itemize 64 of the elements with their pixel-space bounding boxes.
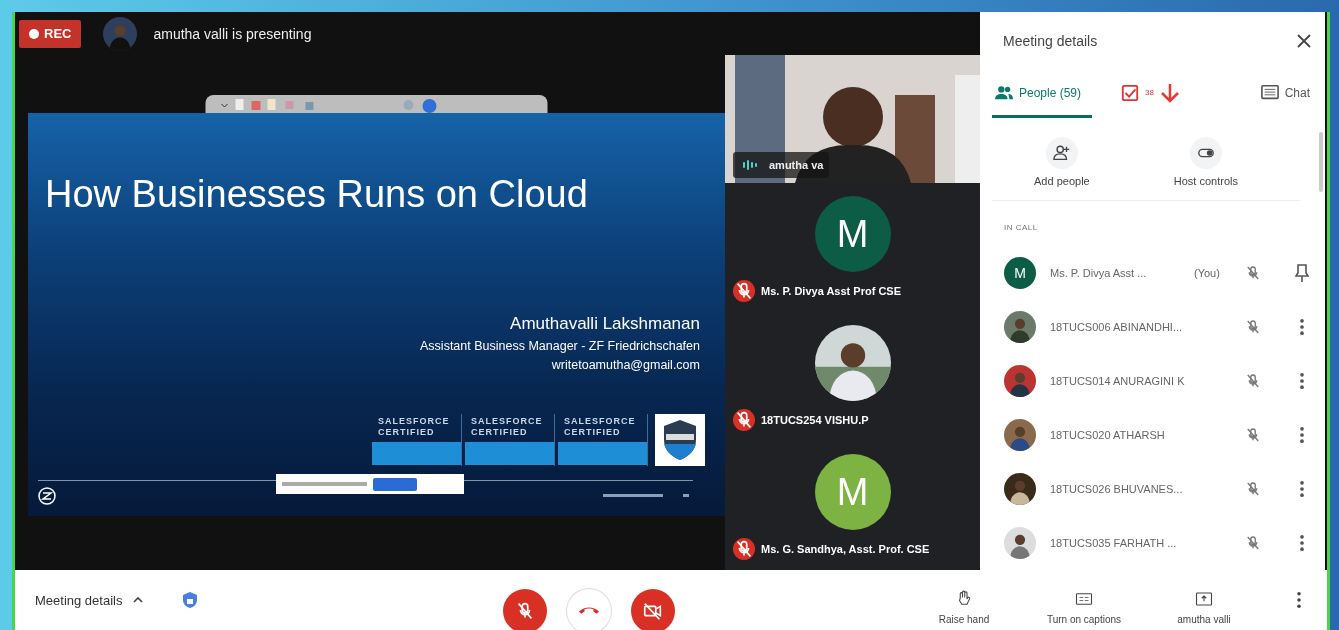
more-icon xyxy=(1300,319,1304,335)
host-controls-button[interactable]: Host controls xyxy=(1167,136,1244,188)
participant-name: 18TUCS020 ATHARSH xyxy=(1050,429,1166,441)
tab[interactable]: Chat xyxy=(1257,70,1313,118)
pin-icon xyxy=(1295,263,1309,283)
close-button[interactable] xyxy=(1295,32,1313,50)
captions-button[interactable]: Turn on captions xyxy=(1029,589,1139,625)
participant-name: 18TUCS035 FARHATH ... xyxy=(1050,537,1178,549)
camera-button[interactable] xyxy=(631,589,676,630)
participant-name: 18TUCS014 ANURAGINI K xyxy=(1050,375,1186,387)
tab[interactable]: 38 xyxy=(1118,70,1157,118)
phone-icon xyxy=(579,607,600,615)
presenter-text: amutha valli is presenting xyxy=(153,25,312,42)
panel-title: Meeting details xyxy=(1003,33,1098,49)
participant-name: 18TUCS026 BHUVANES... xyxy=(1050,483,1184,495)
avatar: M xyxy=(1004,257,1036,289)
more-icon xyxy=(1300,427,1304,443)
badge-text: SALESFORCE xyxy=(564,416,637,427)
shield-badge-icon xyxy=(655,414,705,466)
more-icon xyxy=(1300,373,1304,389)
recording-badge: REC xyxy=(19,19,82,48)
slide-title: How Businesses Runs on Cloud xyxy=(45,173,589,216)
add-person-icon xyxy=(1052,144,1071,162)
participant-row[interactable]: 18TUCS020 ATHARSH xyxy=(992,408,1325,462)
present-button[interactable]: amutha valli xyxy=(1149,589,1259,625)
avatar: M xyxy=(814,454,891,530)
shield-icon xyxy=(182,591,199,609)
more-icon xyxy=(1300,481,1304,497)
logo-icon xyxy=(38,487,56,505)
more-icon xyxy=(1297,592,1301,608)
checkbox-icon xyxy=(1121,83,1139,102)
participant-row[interactable]: 18TUCS026 BHUVANES... xyxy=(992,462,1325,516)
microphone-button[interactable] xyxy=(503,589,548,630)
participant-row[interactable]: 18TUCS006 ABINANDHI... xyxy=(992,300,1325,354)
section-label: IN CALL xyxy=(1004,223,1039,232)
presenter-role: Assistant Business Manager - ZF Friedrichschafen xyxy=(420,339,700,353)
down-arrow-icon xyxy=(1158,82,1181,104)
participant-name: Ms. G. Sandhya, Asst. Prof. CSE xyxy=(761,543,930,555)
participant-name: 18TUCS006 ABINANDHI... xyxy=(1050,321,1184,333)
chat-icon xyxy=(1260,83,1279,102)
badge-text: SALESFORCE xyxy=(471,416,544,427)
scrollbar[interactable] xyxy=(1319,132,1323,192)
add-people-button[interactable]: Add people xyxy=(1028,136,1096,188)
participant-name: Ms. P. Divya Asst Prof CSE xyxy=(761,285,901,297)
badge-text: SALESFORCE xyxy=(378,416,451,427)
participant-row[interactable]: 18TUCS014 ANURAGINI K xyxy=(992,354,1325,408)
avatar: M xyxy=(814,196,891,272)
presenter-email: writetoamutha@gmail.com xyxy=(551,358,700,372)
participant-name: amutha va xyxy=(769,159,824,171)
tab[interactable]: People (59) xyxy=(992,70,1092,118)
raise-hand-button[interactable]: Raise hand xyxy=(909,589,1019,625)
badge-text: CERTIFIED xyxy=(471,427,529,438)
popup-button[interactable] xyxy=(373,477,417,491)
presenter-name: Amuthavalli Lakshmanan xyxy=(510,314,700,334)
people-icon xyxy=(995,83,1013,102)
you-label: (You) xyxy=(1194,267,1221,279)
participant-name: 18TUCS254 VISHU.P xyxy=(761,414,869,426)
meeting-details-button[interactable]: Meeting details xyxy=(35,592,145,608)
more-icon xyxy=(1300,535,1304,551)
participant-row[interactable]: M Ms. P. Divya Asst ... (You) xyxy=(992,246,1325,300)
participant-row[interactable]: 18TUCS035 FARHATH ... xyxy=(992,516,1325,570)
badge-text: CERTIFIED xyxy=(564,427,622,438)
badge-text: CERTIFIED xyxy=(378,427,436,438)
present-screen-icon xyxy=(1195,589,1213,608)
